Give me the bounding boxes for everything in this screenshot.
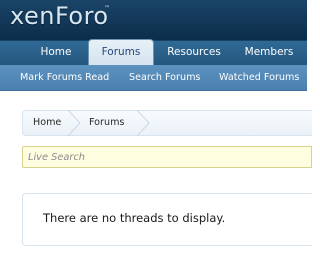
tab-resources[interactable]: Resources — [158, 40, 230, 65]
breadcrumb-end-icon — [136, 110, 150, 136]
logo-trademark: ™ — [104, 5, 110, 12]
live-search-input[interactable] — [22, 146, 312, 168]
tab-home[interactable]: Home — [28, 40, 84, 65]
mark-forums-read-link[interactable]: Mark Forums Read — [20, 65, 109, 90]
no-threads-message: There are no threads to display. — [43, 211, 226, 225]
watched-forums-link[interactable]: Watched Forums — [219, 65, 299, 90]
breadcrumb-separator-icon — [67, 110, 81, 136]
breadcrumb-home[interactable]: Home — [33, 110, 61, 136]
breadcrumb — [22, 110, 312, 136]
tab-forums[interactable]: Forums — [88, 39, 154, 66]
breadcrumb-forums[interactable]: Forums — [89, 110, 124, 136]
search-forums-link[interactable]: Search Forums — [129, 65, 200, 90]
tab-members[interactable]: Members — [236, 40, 302, 65]
site-logo[interactable]: xenForo — [10, 2, 109, 30]
